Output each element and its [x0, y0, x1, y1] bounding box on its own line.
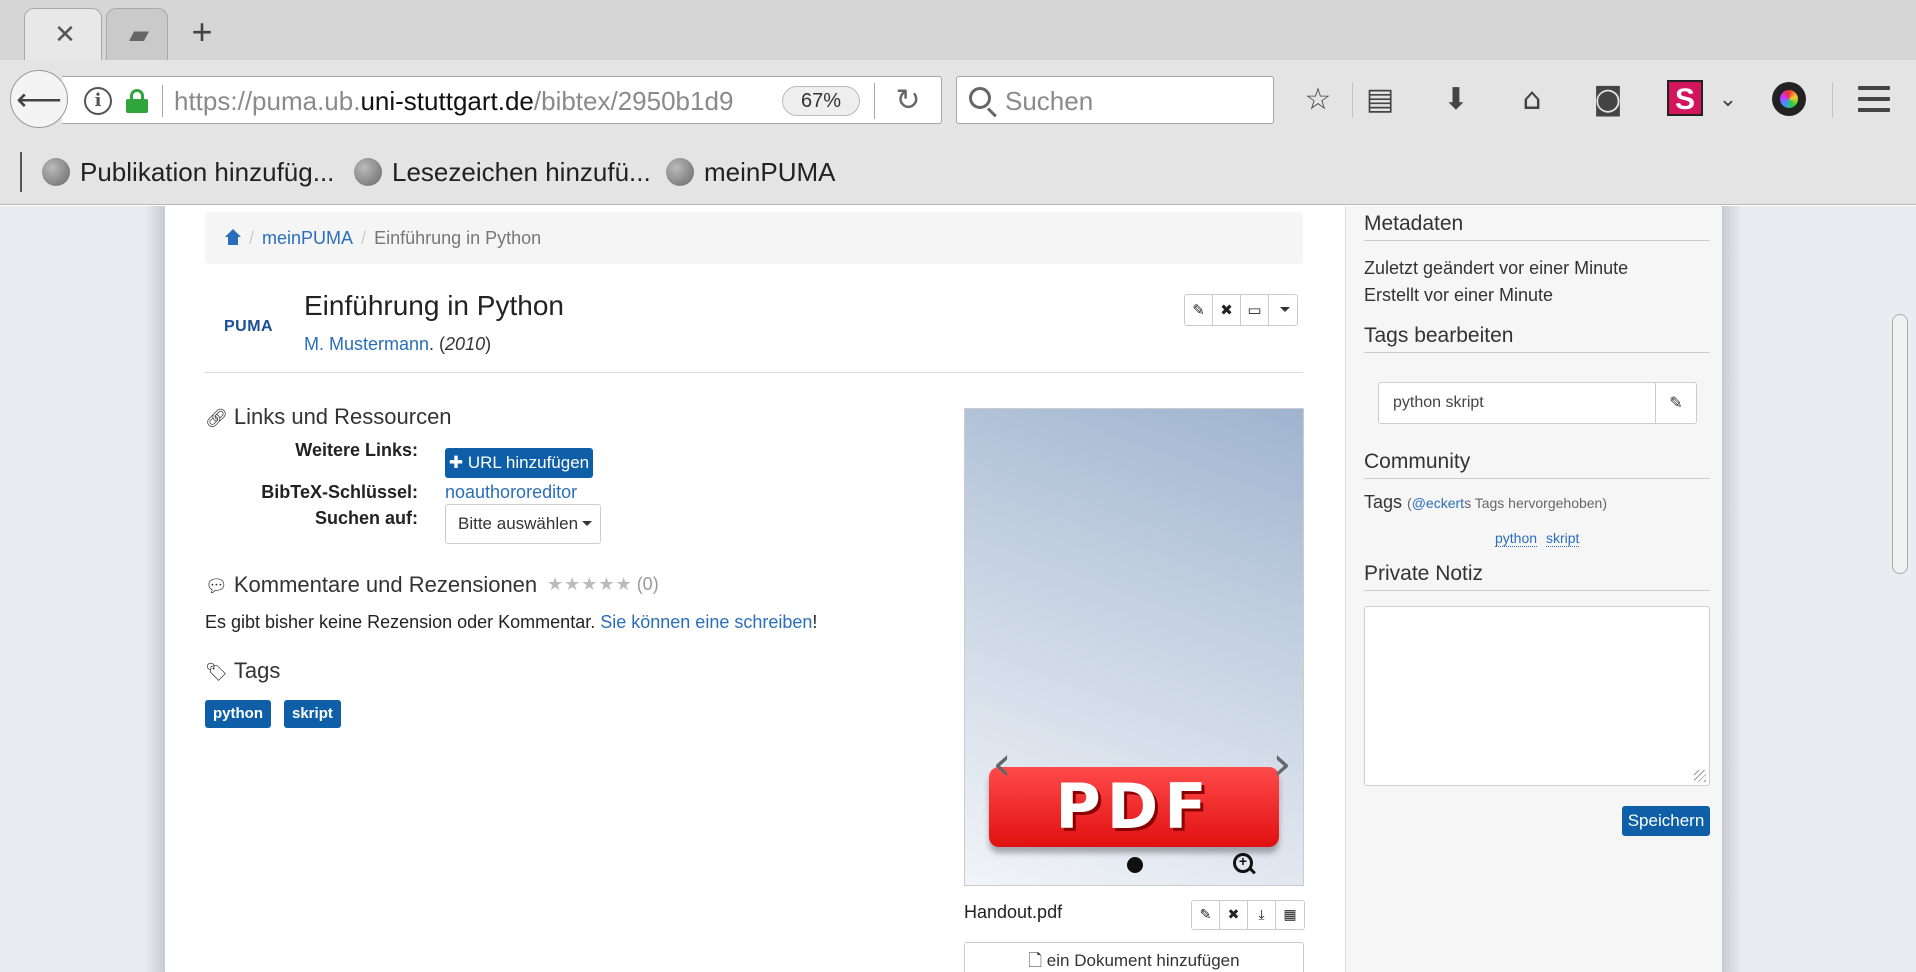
zoom-in-icon[interactable]: + — [1233, 853, 1255, 875]
comments-icon: 💬︎ — [205, 576, 228, 597]
url-bar[interactable]: i https://puma.ub.uni-stuttgart.de/bibte… — [62, 76, 942, 124]
browser-chrome: ✕ ▰ + i https://puma.ub.uni-stuttgart.de… — [0, 0, 1916, 205]
carousel-indicator[interactable] — [1127, 857, 1143, 873]
add-url-button[interactable]: ✚ URL hinzufügen — [445, 448, 593, 478]
tag-badge-python[interactable]: python — [205, 700, 271, 728]
zoom-level-badge[interactable]: 67% — [782, 86, 860, 116]
url-text[interactable]: https://puma.ub.uni-stuttgart.de/bibtex/… — [174, 86, 804, 116]
publication-year: 2010 — [445, 334, 486, 354]
reload-icon[interactable]: ↻ — [888, 81, 928, 121]
document-preview[interactable]: PDF ‹ › + — [964, 408, 1304, 886]
file-icon: 🗋︎ — [1028, 951, 1047, 970]
write-review-link[interactable]: Sie können eine schreiben — [600, 612, 812, 632]
navigation-toolbar: i https://puma.ub.uni-stuttgart.de/bibte… — [0, 60, 1916, 140]
tab-strip: ✕ ▰ + — [0, 0, 1916, 60]
bibtex-key-link[interactable]: noauthororeditor — [445, 482, 577, 503]
tag-icon: 🏷︎ — [205, 662, 228, 683]
downloads-icon[interactable]: ⬇ — [1434, 78, 1478, 122]
search-on-label: Suchen auf: — [314, 508, 418, 528]
tag-badge-skript[interactable]: skript — [284, 700, 341, 728]
breadcrumb-link-meinpuma[interactable]: meinPUMA — [262, 228, 353, 248]
back-button[interactable]: ⟵ — [10, 70, 68, 128]
camera-extension-icon[interactable] — [1772, 82, 1806, 116]
publication-actions: ✎ ✖ ▭ — [1184, 294, 1298, 326]
download-icon[interactable]: ⤓ — [1248, 901, 1276, 929]
link-icon: 🔗︎ — [205, 408, 228, 429]
breadcrumb-current: Einführung in Python — [374, 228, 542, 248]
review-empty-text: Es gibt bisher keine Rezension oder Komm… — [205, 612, 818, 632]
chevron-down-icon[interactable]: ⌄ — [1706, 78, 1750, 122]
bibtex-key-label: BibTeX-Schlüssel: — [261, 482, 418, 502]
tags-section-heading: 🏷︎ Tags — [205, 658, 281, 683]
home-icon[interactable] — [225, 229, 241, 245]
globe-icon — [42, 158, 70, 186]
edit-icon[interactable]: ✎ — [1185, 295, 1213, 325]
hamburger-menu-icon[interactable] — [1858, 86, 1890, 114]
rating-count: (0) — [636, 574, 659, 594]
add-document-button[interactable]: 🗋︎ ein Dokument hinzufügen — [964, 942, 1304, 972]
tab-active[interactable]: ✕ — [24, 8, 102, 60]
folder-icon[interactable]: ▭ — [1241, 295, 1269, 325]
qr-code-icon[interactable]: ▦ — [1276, 901, 1304, 929]
edit-tags-icon[interactable]: ✎ — [1655, 382, 1697, 424]
bookmark-star-icon[interactable]: ☆ — [1296, 78, 1340, 122]
info-icon[interactable]: i — [84, 87, 112, 115]
search-placeholder: Suchen — [1005, 86, 1094, 116]
delete-icon[interactable]: ✖ — [1220, 901, 1248, 929]
new-tab-button[interactable]: + — [176, 10, 228, 54]
search-on-select[interactable]: Bitte auswählen — [445, 504, 601, 544]
further-links-label: Weitere Links: — [295, 440, 418, 460]
author-link[interactable]: M. Mustermann — [304, 334, 429, 354]
breadcrumb: / meinPUMA / Einführung in Python — [205, 212, 1303, 264]
puma-favicon-icon: ✕ — [54, 20, 76, 50]
page-title: Einführung in Python — [304, 290, 564, 321]
tags-input[interactable]: python skript — [1378, 382, 1656, 424]
globe-icon — [354, 158, 382, 186]
comments-section-heading: 💬︎ Kommentare und Rezensionen — [205, 572, 538, 597]
highlight-user-link[interactable]: @eckert — [1412, 495, 1464, 511]
community-tag-python[interactable]: python — [1495, 530, 1538, 547]
bookmark-item[interactable]: Lesezeichen hinzufü... — [354, 156, 651, 188]
pocket-icon[interactable]: ◙ — [1586, 78, 1630, 122]
s-extension-icon[interactable]: S — [1667, 80, 1703, 116]
page-icon: ▰ — [129, 20, 149, 50]
modified-text: Zuletzt geändert vor einer Minute — [1364, 258, 1629, 278]
document-filename[interactable]: Handout.pdf — [964, 902, 1062, 923]
delete-icon[interactable]: ✖ — [1213, 295, 1241, 325]
community-tags-line: Tags (@eckerts Tags hervorgehoben) — [1364, 492, 1608, 512]
puma-logo: PUMA — [224, 318, 274, 335]
community-tag-skript[interactable]: skript — [1546, 530, 1580, 547]
search-icon — [969, 87, 991, 109]
caret-icon — [582, 521, 593, 526]
plus-icon: ✚ — [448, 453, 468, 472]
tab-inactive[interactable]: ▰ — [106, 8, 168, 60]
globe-icon — [666, 158, 694, 186]
document-actions: ✎ ✖ ⤓ ▦ — [1191, 900, 1305, 930]
bookmarks-toolbar: Publikation hinzufüg... Lesezeichen hinz… — [0, 144, 1916, 200]
edit-tags-heading: Tags bearbeiten — [1364, 324, 1710, 353]
search-input[interactable]: Suchen — [956, 76, 1274, 124]
dropdown-caret-icon[interactable] — [1269, 295, 1297, 325]
publication-author-line: M. Mustermann. (2010) — [304, 334, 492, 354]
page-viewport: / meinPUMA / Einführung in Python PUMA Einf… — [0, 206, 1916, 972]
save-button[interactable]: Speichern — [1622, 806, 1710, 836]
metadata-heading: Metadaten — [1364, 212, 1710, 241]
vertical-scrollbar[interactable] — [1892, 314, 1908, 574]
community-heading: Community — [1364, 450, 1710, 479]
links-section-heading: 🔗︎ Links und Ressourcen — [205, 404, 452, 429]
bookmark-item[interactable]: meinPUMA — [666, 156, 835, 188]
pdf-badge: PDF — [989, 767, 1279, 847]
lock-icon[interactable] — [126, 89, 148, 113]
reading-list-icon[interactable]: ▤ — [1358, 78, 1402, 122]
carousel-next-icon[interactable]: › — [1267, 739, 1297, 789]
home-icon[interactable]: ⌂ — [1510, 78, 1554, 122]
private-note-textarea[interactable] — [1364, 606, 1710, 786]
edit-icon[interactable]: ✎ — [1192, 901, 1220, 929]
rating-stars[interactable]: ★★★★★ (0) — [547, 574, 659, 595]
carousel-prev-icon[interactable]: ‹ — [987, 739, 1017, 789]
created-text: Erstellt vor einer Minute — [1364, 285, 1554, 305]
private-note-heading: Private Notiz — [1364, 562, 1710, 591]
bookmark-item[interactable]: Publikation hinzufüg... — [42, 156, 334, 188]
